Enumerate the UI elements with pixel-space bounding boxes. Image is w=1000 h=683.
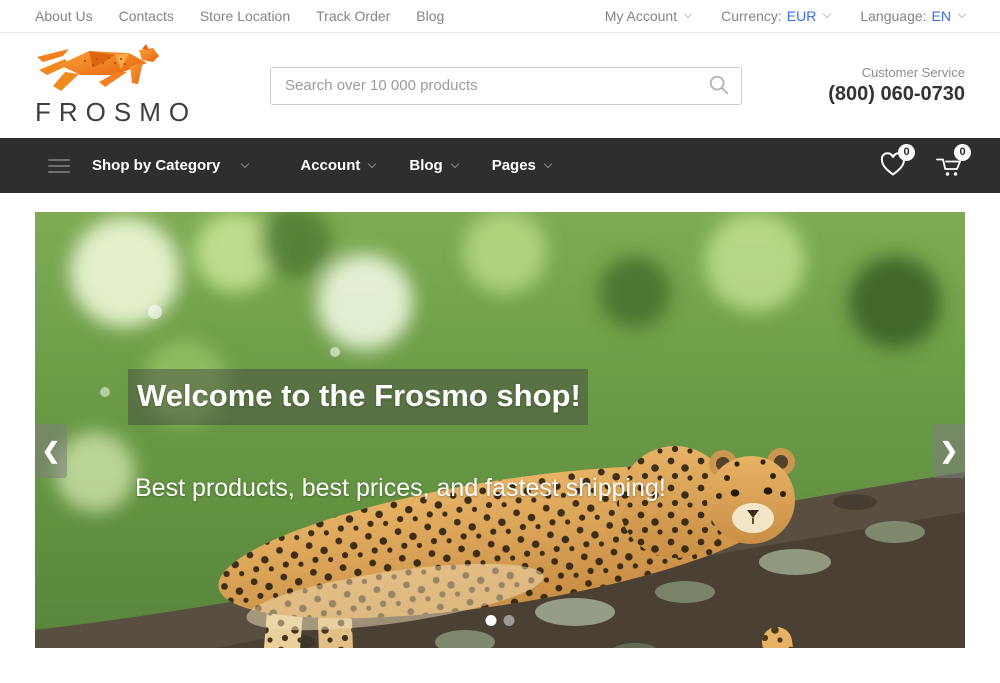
nav-item-label: Blog bbox=[409, 157, 442, 174]
cart-button[interactable]: 0 bbox=[933, 149, 965, 183]
carousel-dots bbox=[486, 615, 515, 626]
language-label: Language: bbox=[860, 8, 926, 24]
chevron-down-icon bbox=[958, 10, 966, 18]
nav-item-account[interactable]: Account bbox=[300, 157, 375, 174]
hero-title: Welcome to the Frosmo shop! bbox=[137, 378, 581, 414]
nav-icons: 0 0 bbox=[877, 149, 965, 183]
link-about-us[interactable]: About Us bbox=[35, 8, 93, 24]
customer-service: Customer Service (800) 060-0730 bbox=[742, 65, 965, 106]
shop-by-category-label: Shop by Category bbox=[92, 157, 220, 174]
language-value: EN bbox=[932, 8, 951, 24]
nav-item-label: Pages bbox=[492, 157, 536, 174]
chevron-right-icon: ❯ bbox=[940, 438, 958, 464]
carousel-next-button[interactable]: ❯ bbox=[933, 424, 965, 478]
cart-count-badge: 0 bbox=[954, 144, 971, 161]
carousel-prev-button[interactable]: ❮ bbox=[35, 424, 67, 478]
link-store-location[interactable]: Store Location bbox=[200, 8, 290, 24]
shop-by-category-menu[interactable]: Shop by Category bbox=[92, 157, 248, 174]
nav-item-label: Account bbox=[300, 157, 360, 174]
link-blog[interactable]: Blog bbox=[416, 8, 444, 24]
chevron-down-icon bbox=[823, 10, 831, 18]
chevron-down-icon bbox=[684, 10, 692, 18]
hamburger-menu-icon[interactable] bbox=[48, 159, 70, 173]
my-account-dropdown[interactable]: My Account bbox=[605, 8, 691, 24]
currency-value: EUR bbox=[787, 8, 817, 24]
link-track-order[interactable]: Track Order bbox=[316, 8, 390, 24]
language-dropdown[interactable]: Language: EN bbox=[860, 8, 965, 24]
carousel-dot-2[interactable] bbox=[504, 615, 515, 626]
main-navigation: Shop by Category Account Blog Pages 0 bbox=[0, 138, 1000, 193]
search-icon bbox=[708, 74, 730, 96]
nav-item-pages[interactable]: Pages bbox=[492, 157, 551, 174]
hero-title-box: Welcome to the Frosmo shop! bbox=[128, 369, 588, 425]
topbar: About Us Contacts Store Location Track O… bbox=[0, 0, 1000, 33]
search-button[interactable] bbox=[706, 74, 732, 100]
topbar-controls: My Account Currency: EUR Language: EN bbox=[605, 8, 965, 24]
my-account-label: My Account bbox=[605, 8, 677, 24]
hero-slider: Welcome to the Frosmo shop! Best product… bbox=[35, 212, 965, 648]
carousel-dot-1[interactable] bbox=[486, 615, 497, 626]
cheetah-logo-icon bbox=[35, 43, 163, 95]
nav-menu: Account Blog Pages bbox=[300, 157, 551, 174]
nav-item-blog[interactable]: Blog bbox=[409, 157, 457, 174]
currency-dropdown[interactable]: Currency: EUR bbox=[721, 8, 830, 24]
hero-subtitle: Best products, best prices, and fastest … bbox=[135, 474, 666, 503]
topbar-links: About Us Contacts Store Location Track O… bbox=[35, 8, 444, 24]
hero-image bbox=[35, 212, 965, 648]
wishlist-count-badge: 0 bbox=[898, 144, 915, 161]
header: FROSMO Customer Service (800) 060-0730 bbox=[0, 33, 1000, 138]
wishlist-button[interactable]: 0 bbox=[877, 149, 909, 183]
chevron-left-icon: ❮ bbox=[42, 438, 60, 464]
logo[interactable]: FROSMO bbox=[35, 43, 270, 128]
chevron-down-icon bbox=[450, 160, 458, 168]
search-bar bbox=[270, 67, 742, 105]
search-input[interactable] bbox=[270, 67, 742, 105]
chevron-down-icon bbox=[544, 160, 552, 168]
chevron-down-icon bbox=[241, 160, 249, 168]
customer-service-label: Customer Service bbox=[742, 65, 965, 80]
logo-text: FROSMO bbox=[35, 97, 270, 128]
chevron-down-icon bbox=[368, 160, 376, 168]
currency-label: Currency: bbox=[721, 8, 782, 24]
link-contacts[interactable]: Contacts bbox=[119, 8, 174, 24]
phone-number: (800) 060-0730 bbox=[742, 83, 965, 106]
